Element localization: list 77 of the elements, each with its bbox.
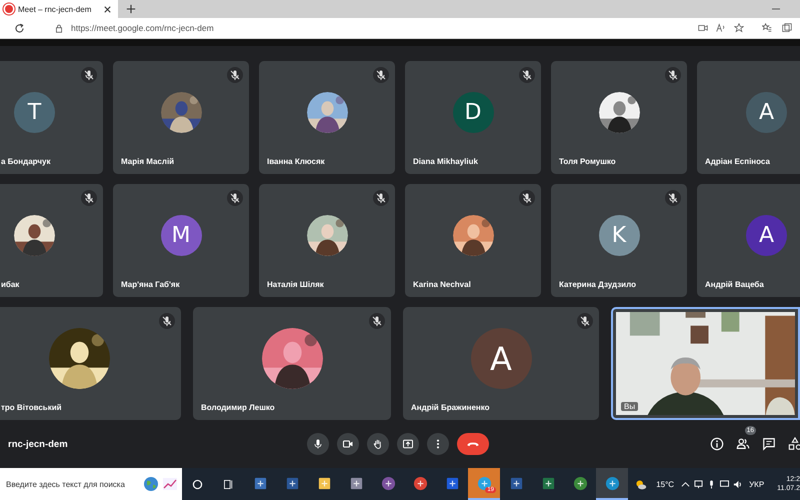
app-icon bbox=[540, 476, 556, 490]
more-options-button[interactable] bbox=[427, 433, 449, 455]
chart-icon bbox=[162, 476, 178, 492]
people-icon[interactable] bbox=[736, 437, 750, 451]
present-button[interactable] bbox=[397, 433, 419, 455]
microphone-icon bbox=[312, 438, 324, 450]
avatar: A bbox=[470, 328, 532, 389]
participant-name: Володимир Лешко bbox=[201, 403, 275, 412]
lock-icon bbox=[55, 24, 63, 32]
app-icon bbox=[284, 476, 300, 490]
app-icon bbox=[316, 476, 332, 490]
leave-call-button[interactable] bbox=[457, 433, 489, 455]
camera-button[interactable] bbox=[337, 433, 359, 455]
close-icon[interactable] bbox=[103, 4, 112, 14]
temperature: 15°C bbox=[656, 480, 674, 488]
participant-name: Наталія Шіляк bbox=[267, 280, 324, 289]
activities-icon[interactable] bbox=[788, 437, 800, 451]
hand-icon bbox=[372, 438, 384, 450]
avatar: A bbox=[746, 215, 787, 256]
participant-name: Марія Маслій bbox=[121, 157, 174, 166]
display-icon[interactable] bbox=[720, 480, 730, 488]
input-language[interactable]: УКР bbox=[749, 480, 764, 488]
camera-icon bbox=[342, 438, 354, 450]
recording-icon bbox=[5, 5, 13, 13]
avatar: M bbox=[160, 215, 202, 256]
participant-name: Іванна Клюсяк bbox=[267, 157, 325, 166]
participant-name: Karina Nechval bbox=[413, 280, 471, 289]
app-icon bbox=[252, 476, 268, 490]
refresh-icon[interactable] bbox=[14, 22, 25, 34]
raise-hand-button[interactable] bbox=[367, 433, 389, 455]
network-icon[interactable] bbox=[694, 480, 704, 488]
collections-icon[interactable] bbox=[782, 23, 792, 33]
taskbar-app[interactable] bbox=[596, 468, 628, 500]
microphone-button[interactable] bbox=[307, 433, 329, 455]
participant-name: Мар'яна Габ'як bbox=[121, 280, 180, 289]
participant-name: Толя Ромушко bbox=[559, 157, 616, 166]
search-highlights-panel[interactable] bbox=[143, 468, 182, 500]
chevron-up-icon[interactable] bbox=[681, 480, 690, 488]
meeting-code: rnc-jecn-dem bbox=[8, 438, 68, 450]
participant-name: Diana Mikhayliuk bbox=[413, 157, 478, 166]
tab-title: Meet – rnc-jecn-dem bbox=[18, 4, 92, 14]
app-icon bbox=[508, 476, 524, 490]
phone-icon bbox=[466, 440, 480, 448]
avatar: T bbox=[14, 92, 55, 133]
app-icon bbox=[572, 476, 588, 490]
participant-name: Вы bbox=[621, 402, 638, 411]
participant-name: Андрій Бражиненко bbox=[411, 403, 490, 412]
avatar: K bbox=[598, 215, 640, 256]
app-icon bbox=[380, 476, 396, 490]
participant-name: Адріан Еспіноса bbox=[705, 157, 770, 166]
new-tab-icon[interactable] bbox=[126, 4, 136, 14]
camera-icon[interactable] bbox=[698, 23, 708, 33]
cortana-icon[interactable] bbox=[191, 478, 204, 490]
chat-icon[interactable] bbox=[762, 437, 776, 451]
star-icon[interactable] bbox=[734, 23, 744, 33]
participant-name: Андрій Вацеба bbox=[705, 280, 764, 289]
app-icon bbox=[348, 476, 364, 490]
avatar: A bbox=[746, 92, 787, 133]
participant-name: а Бондарчук bbox=[1, 157, 50, 166]
task-view-icon[interactable] bbox=[222, 478, 235, 490]
app-icon bbox=[604, 476, 620, 490]
participant-name: ибак bbox=[1, 280, 20, 289]
app-icon bbox=[444, 476, 460, 490]
minimize-icon[interactable] bbox=[772, 8, 780, 10]
avatar: D bbox=[452, 92, 494, 133]
app-icon bbox=[412, 476, 428, 490]
taskbar-search-field[interactable]: Введите здесь текст для поиска bbox=[0, 468, 143, 500]
present-screen-icon bbox=[402, 438, 414, 450]
favorites-icon[interactable] bbox=[762, 23, 772, 33]
weather-icon bbox=[634, 478, 648, 490]
read-aloud-icon[interactable] bbox=[716, 23, 726, 33]
globe-icon bbox=[143, 476, 159, 492]
volume-icon[interactable] bbox=[733, 480, 742, 488]
participant-name: тро Вітовський bbox=[1, 403, 62, 412]
participant-name: Катерина Дзудзило bbox=[559, 280, 636, 289]
browser-tab[interactable]: Meet – rnc-jecn-dem bbox=[0, 0, 118, 18]
info-icon[interactable] bbox=[710, 437, 724, 451]
